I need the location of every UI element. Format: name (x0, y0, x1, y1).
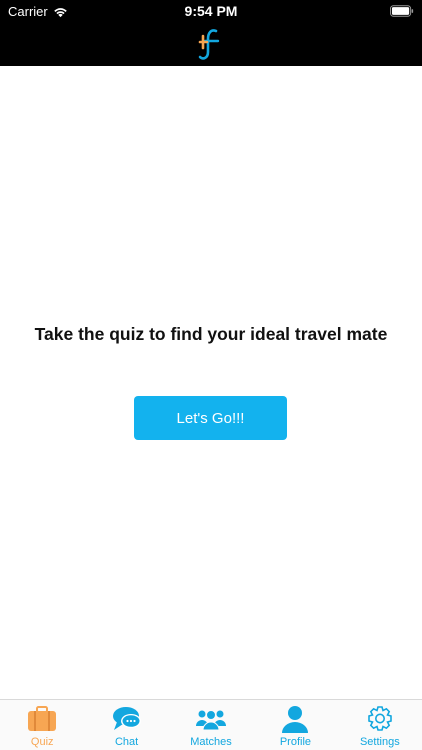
battery-icon (390, 5, 414, 17)
header: Carrier 9:54 PM (0, 0, 422, 66)
quiz-content: Take the quiz to find your ideal travel … (0, 66, 422, 699)
tab-chat-label: Chat (114, 736, 139, 748)
person-icon (282, 706, 309, 733)
briefcase-icon (28, 706, 57, 731)
tab-settings[interactable]: Settings (338, 700, 422, 750)
chat-bubble-icon (112, 707, 141, 730)
tab-profile-label: Profile (279, 736, 312, 748)
tab-matches-label: Matches (190, 736, 232, 748)
clock: 9:54 PM (184, 3, 238, 19)
gear-icon (368, 706, 392, 731)
tab-profile[interactable]: Profile (253, 700, 337, 750)
group-icon (196, 710, 227, 731)
tab-quiz-label: Quiz (30, 736, 54, 748)
tab-bar: Quiz Chat Matches Profile Settings (0, 699, 422, 750)
quiz-prompt: Take the quiz to find your ideal travel … (34, 324, 388, 344)
tab-matches[interactable]: Matches (169, 700, 253, 750)
tab-settings-label: Settings (359, 736, 400, 748)
tf-logo-icon (198, 29, 220, 60)
app-screen: Carrier 9:54 PM Take the quiz to find yo… (0, 0, 422, 750)
tab-chat[interactable]: Chat (84, 700, 168, 750)
lets-go-button[interactable]: Let's Go!!! (134, 396, 287, 440)
tab-quiz[interactable]: Quiz (0, 700, 84, 750)
status-bar: Carrier 9:54 PM (0, 0, 422, 24)
